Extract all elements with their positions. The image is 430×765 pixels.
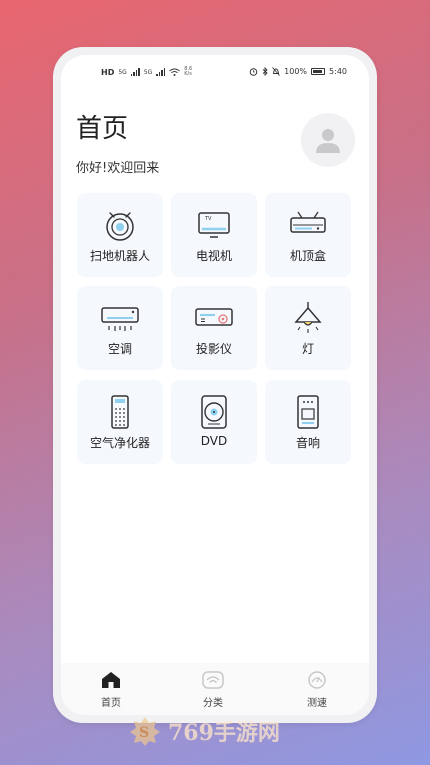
device-label: 投影仪: [195, 342, 232, 356]
device-label: 灯: [301, 342, 314, 356]
device-tile-lamp[interactable]: 灯: [265, 286, 351, 370]
watermark: S 769手游网: [128, 715, 280, 747]
net-speed-unit: K/s: [184, 71, 192, 77]
status-bar: HD 5G 5G 8.6 K/s 100% 5:40: [61, 55, 369, 85]
status-left: HD 5G 5G 8.6 K/s: [101, 67, 192, 77]
air-conditioner-icon: [99, 300, 141, 336]
tab-home[interactable]: 首页: [81, 671, 141, 709]
battery-percent: 100%: [284, 67, 308, 76]
robot-vacuum-icon: [102, 207, 138, 243]
mute-icon: [272, 67, 280, 76]
device-tile-robot-vacuum[interactable]: 扫地机器人: [77, 193, 163, 277]
set-top-box-icon: [288, 207, 328, 243]
signal-icon: [130, 68, 140, 76]
signal-icon-2: [156, 68, 166, 76]
device-label: 音响: [295, 436, 320, 450]
wifi-category-icon: [202, 671, 224, 689]
device-label: 扫地机器人: [89, 249, 150, 263]
device-tile-set-top-box[interactable]: 机顶盒: [265, 193, 351, 277]
speaker-icon: [293, 394, 323, 430]
network-tag-2: 5G: [143, 68, 153, 76]
device-label: 空气净化器: [89, 436, 150, 450]
tab-label: 首页: [101, 698, 121, 709]
speedometer-icon: [308, 671, 326, 689]
tab-category[interactable]: 分类: [183, 671, 243, 709]
device-label: DVD: [200, 434, 228, 448]
page-title: 首页: [76, 114, 129, 144]
wifi-icon: [169, 68, 181, 76]
hd-badge: HD: [101, 67, 115, 77]
svg-text:S: S: [139, 725, 149, 741]
svg-text:TV: TV: [204, 216, 212, 222]
device-tile-tv[interactable]: TV 电视机: [171, 193, 257, 277]
device-tile-speaker[interactable]: 音响: [265, 380, 351, 464]
battery-icon: [311, 68, 326, 75]
device-tile-dvd[interactable]: DVD: [171, 380, 257, 464]
greeting-text: 你好!欢迎回来: [76, 161, 160, 176]
bottom-tab-bar: 首页 分类 测速: [61, 663, 369, 715]
device-tile-air-purifier[interactable]: 空气净化器: [77, 380, 163, 464]
device-label: 电视机: [195, 249, 232, 263]
bluetooth-icon: [262, 67, 268, 76]
network-tag-1: 5G: [118, 68, 127, 76]
projector-icon: [193, 300, 235, 336]
tab-speed-test[interactable]: 测速: [287, 671, 347, 709]
device-tile-air-conditioner[interactable]: 空调: [77, 286, 163, 370]
watermark-text: 769手游网: [168, 720, 280, 746]
app-screen: HD 5G 5G 8.6 K/s 100% 5:40 首页 你好!欢迎回来 扫地…: [61, 55, 369, 715]
device-tile-projector[interactable]: 投影仪: [171, 286, 257, 370]
tab-label: 分类: [203, 698, 223, 709]
status-right: 100% 5:40: [249, 67, 347, 76]
alarm-icon: [249, 68, 258, 76]
dvd-icon: [198, 394, 230, 430]
tab-label: 测速: [307, 698, 327, 709]
device-label: 空调: [107, 342, 132, 356]
tv-icon: TV: [196, 207, 232, 243]
air-purifier-icon: [105, 394, 135, 430]
lamp-icon: [288, 300, 328, 336]
clock-time: 5:40: [329, 67, 347, 76]
avatar[interactable]: [301, 113, 355, 167]
device-label: 机顶盒: [289, 249, 326, 263]
home-icon: [102, 672, 120, 688]
net-speed: 8.6 K/s: [184, 67, 192, 77]
phone-frame: HD 5G 5G 8.6 K/s 100% 5:40 首页 你好!欢迎回来 扫地…: [53, 47, 377, 723]
user-icon: [316, 129, 340, 153]
watermark-logo-icon: S: [130, 717, 160, 746]
